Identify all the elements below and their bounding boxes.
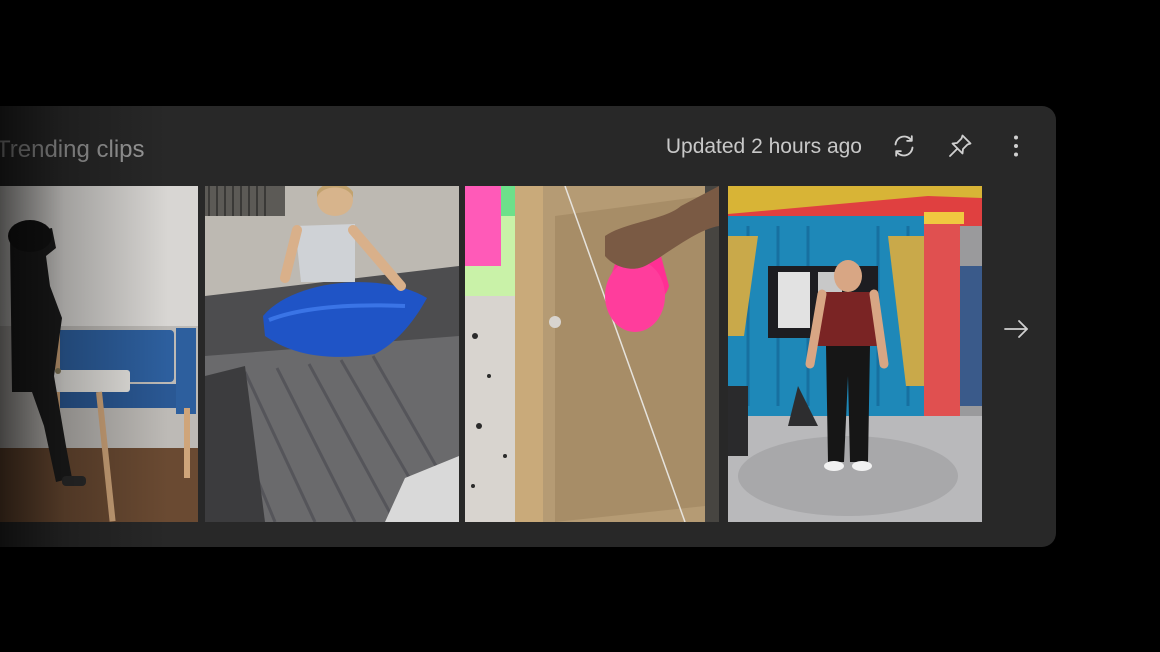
arrow-right-icon: [1004, 320, 1028, 338]
clip-thumbnail-3[interactable]: [465, 186, 719, 522]
clip-person-waiting-room: [0, 186, 198, 522]
next-clips-button[interactable]: [998, 311, 1034, 347]
clip-thumbnail-4[interactable]: [728, 186, 982, 522]
pin-button[interactable]: [942, 128, 978, 164]
refresh-button[interactable]: [886, 128, 922, 164]
more-options-button[interactable]: [998, 128, 1034, 164]
clip-pink-paint-pour: [465, 186, 719, 522]
clip-thumbnail-2[interactable]: [205, 186, 459, 522]
last-updated-text: Updated 2 hours ago: [665, 135, 862, 158]
more-options-icon: [1014, 135, 1018, 157]
clip-thumbnail-1[interactable]: [0, 186, 198, 522]
clip-woman-blue-tarp-truck: [205, 186, 459, 522]
refresh-icon: [894, 135, 914, 157]
pin-icon: [949, 134, 972, 157]
widget-title: Trending clips: [0, 136, 145, 163]
clip-man-game-show-stage: [728, 186, 982, 522]
trending-clips-widget: Trending clips Updated 2 hours ago: [0, 106, 1056, 547]
